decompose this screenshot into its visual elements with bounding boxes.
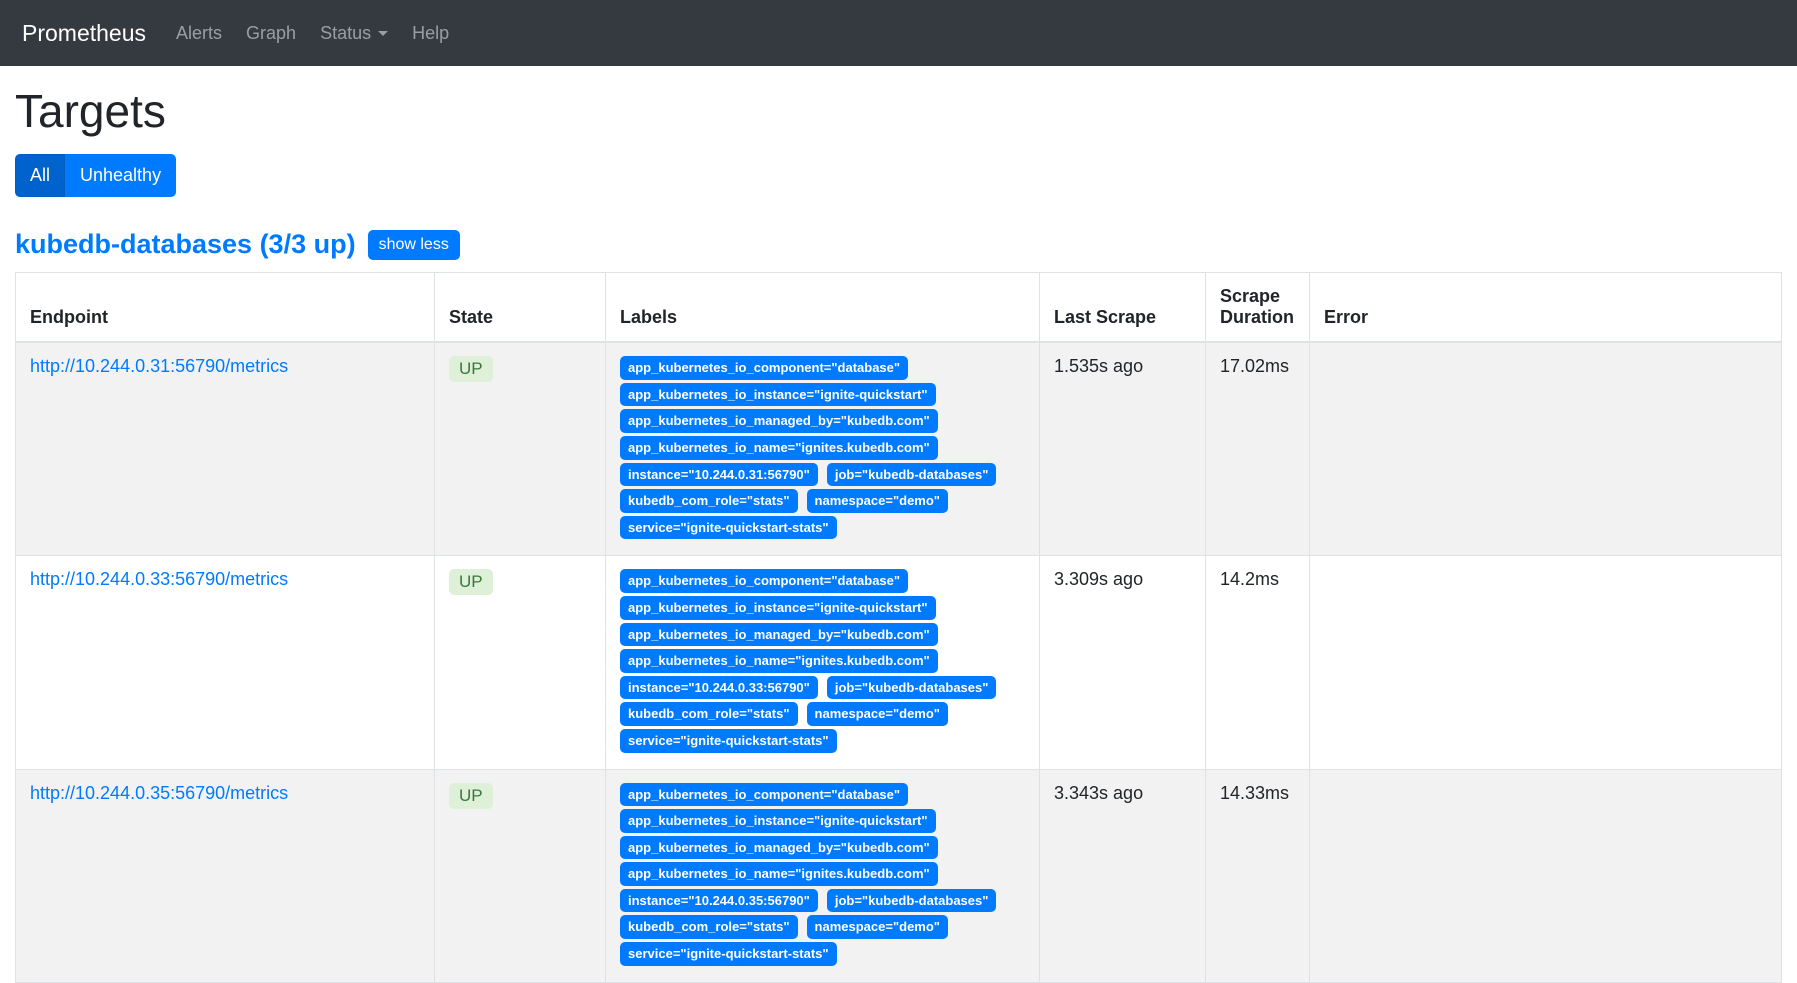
filter-all-button[interactable]: All (15, 154, 65, 197)
table-row: http://10.244.0.31:56790/metrics UP app_… (16, 342, 1782, 556)
table-row: http://10.244.0.33:56790/metrics UP app_… (16, 556, 1782, 769)
target-label-badge: service="ignite-quickstart-stats" (620, 942, 837, 966)
targets-table: Endpoint State Labels Last Scrape Scrape… (15, 272, 1782, 982)
page-container: Targets All Unhealthy kubedb-databases (… (0, 84, 1797, 983)
endpoint-link[interactable]: http://10.244.0.31:56790/metrics (30, 356, 288, 376)
scrape-duration-cell: 17.02ms (1206, 342, 1310, 556)
target-label-badge: app_kubernetes_io_component="database" (620, 783, 908, 807)
table-row: http://10.244.0.35:56790/metrics UP app_… (16, 769, 1782, 982)
target-label-badge: app_kubernetes_io_instance="ignite-quick… (620, 809, 936, 833)
target-label-badge: instance="10.244.0.31:56790" (620, 463, 818, 487)
target-label-badge: kubedb_com_role="stats" (620, 915, 798, 939)
target-filter-button-group: All Unhealthy (15, 154, 176, 197)
column-header-last-scrape: Last Scrape (1040, 273, 1206, 343)
labels-cell: app_kubernetes_io_component="database" a… (606, 769, 1040, 982)
filter-unhealthy-button[interactable]: Unhealthy (65, 154, 176, 197)
state-up-badge: UP (449, 569, 493, 595)
target-label-badge: instance="10.244.0.35:56790" (620, 889, 818, 913)
column-header-labels: Labels (606, 273, 1040, 343)
labels-cell: app_kubernetes_io_component="database" a… (606, 342, 1040, 556)
target-label-badge: app_kubernetes_io_instance="ignite-quick… (620, 596, 936, 620)
target-label-badge: namespace="demo" (807, 702, 948, 726)
last-scrape-cell: 1.535s ago (1040, 342, 1206, 556)
error-cell (1310, 556, 1782, 769)
target-label-badge: app_kubernetes_io_component="database" (620, 569, 908, 593)
column-header-endpoint: Endpoint (16, 273, 435, 343)
error-cell (1310, 342, 1782, 556)
endpoint-link[interactable]: http://10.244.0.35:56790/metrics (30, 783, 288, 803)
target-label-badge: app_kubernetes_io_name="ignites.kubedb.c… (620, 436, 938, 460)
endpoint-cell: http://10.244.0.33:56790/metrics (16, 556, 435, 769)
navbar-menu: Alerts Graph Status Help (164, 17, 461, 50)
page-title: Targets (15, 84, 1782, 138)
target-label-badge: app_kubernetes_io_managed_by="kubedb.com… (620, 836, 938, 860)
target-label-badge: instance="10.244.0.33:56790" (620, 676, 818, 700)
target-label-badge: service="ignite-quickstart-stats" (620, 729, 837, 753)
scrape-duration-cell: 14.33ms (1206, 769, 1310, 982)
target-label-badge: app_kubernetes_io_instance="ignite-quick… (620, 383, 936, 407)
nav-item-graph-label: Graph (246, 23, 296, 44)
state-cell: UP (435, 769, 606, 982)
target-label-badge: app_kubernetes_io_managed_by="kubedb.com… (620, 409, 938, 433)
nav-item-help[interactable]: Help (400, 17, 461, 50)
targets-table-body: http://10.244.0.31:56790/metrics UP app_… (16, 342, 1782, 982)
state-cell: UP (435, 556, 606, 769)
nav-item-help-label: Help (412, 23, 449, 44)
target-label-badge: namespace="demo" (807, 915, 948, 939)
state-up-badge: UP (449, 356, 493, 382)
target-label-badge: job="kubedb-databases" (827, 889, 997, 913)
endpoint-cell: http://10.244.0.35:56790/metrics (16, 769, 435, 982)
labels-cell: app_kubernetes_io_component="database" a… (606, 556, 1040, 769)
target-label-badge: kubedb_com_role="stats" (620, 489, 798, 513)
scrape-duration-cell: 14.2ms (1206, 556, 1310, 769)
target-label-badge: service="ignite-quickstart-stats" (620, 516, 837, 540)
target-label-badge: job="kubedb-databases" (827, 463, 997, 487)
job-heading: kubedb-databases (3/3 up) show less (15, 229, 1782, 260)
nav-item-alerts[interactable]: Alerts (164, 17, 234, 50)
endpoint-link[interactable]: http://10.244.0.33:56790/metrics (30, 569, 288, 589)
last-scrape-cell: 3.343s ago (1040, 769, 1206, 982)
chevron-down-icon (378, 31, 388, 36)
nav-item-graph[interactable]: Graph (234, 17, 308, 50)
last-scrape-cell: 3.309s ago (1040, 556, 1206, 769)
target-label-badge: app_kubernetes_io_component="database" (620, 356, 908, 380)
column-header-state: State (435, 273, 606, 343)
target-label-badge: app_kubernetes_io_managed_by="kubedb.com… (620, 623, 938, 647)
show-less-button[interactable]: show less (368, 230, 460, 260)
column-header-scrape-duration: Scrape Duration (1206, 273, 1310, 343)
endpoint-cell: http://10.244.0.31:56790/metrics (16, 342, 435, 556)
state-cell: UP (435, 342, 606, 556)
job-heading-label: kubedb-databases (3/3 up) (15, 229, 356, 260)
target-label-badge: job="kubedb-databases" (827, 676, 997, 700)
target-label-badge: app_kubernetes_io_name="ignites.kubedb.c… (620, 862, 938, 886)
target-label-badge: namespace="demo" (807, 489, 948, 513)
column-header-error: Error (1310, 273, 1782, 343)
target-label-badge: app_kubernetes_io_name="ignites.kubedb.c… (620, 649, 938, 673)
state-up-badge: UP (449, 783, 493, 809)
target-label-badge: kubedb_com_role="stats" (620, 702, 798, 726)
prometheus-brand-link[interactable]: Prometheus (22, 20, 146, 47)
nav-item-alerts-label: Alerts (176, 23, 222, 44)
nav-item-status-label: Status (320, 23, 371, 44)
nav-item-status-dropdown[interactable]: Status (308, 17, 400, 50)
targets-table-header: Endpoint State Labels Last Scrape Scrape… (16, 273, 1782, 343)
error-cell (1310, 769, 1782, 982)
top-navbar: Prometheus Alerts Graph Status Help (0, 0, 1797, 66)
